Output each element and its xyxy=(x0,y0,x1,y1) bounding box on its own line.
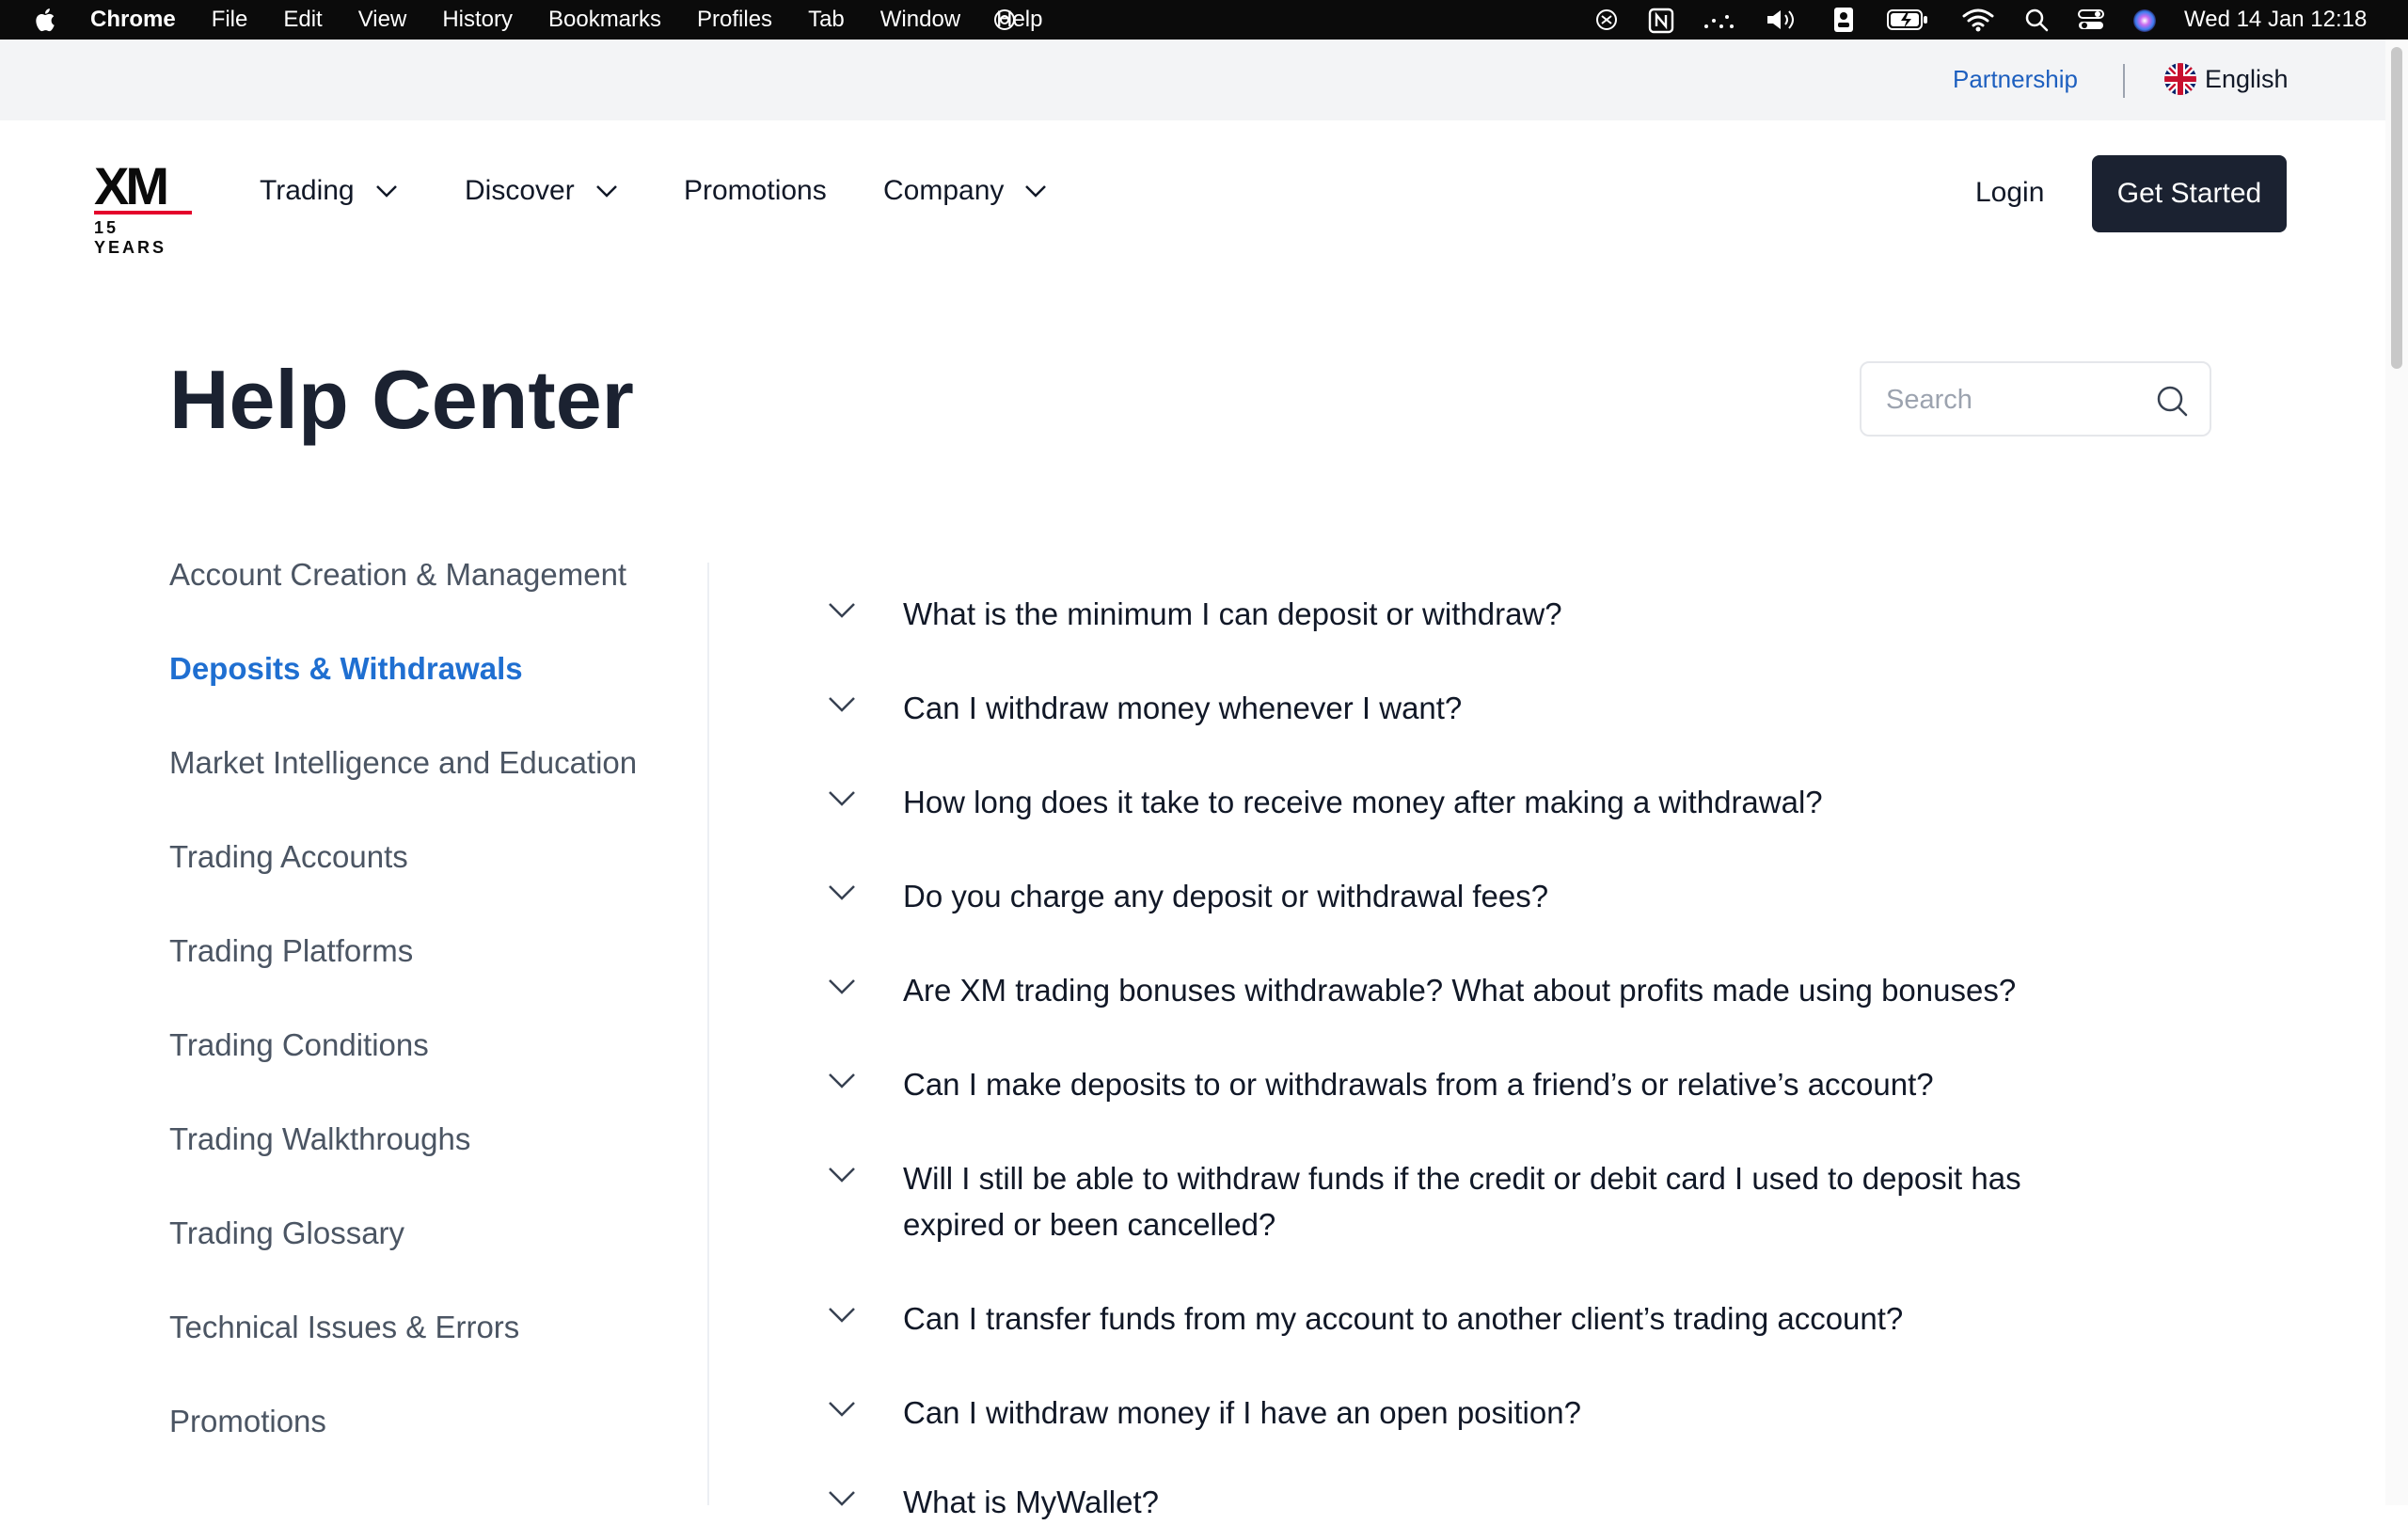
sidebar-item-trading-glossary[interactable]: Trading Glossary xyxy=(169,1215,404,1251)
menu-history[interactable]: History xyxy=(442,7,513,33)
chevron-down-icon xyxy=(829,1402,855,1417)
menu-app-name[interactable]: Chrome xyxy=(90,7,176,33)
nav-trading-label: Trading xyxy=(260,175,355,206)
chevron-down-icon xyxy=(829,1308,855,1323)
chevron-down-icon xyxy=(829,791,855,806)
nav-promotions[interactable]: Promotions xyxy=(684,175,827,207)
scrollbar-thumb[interactable] xyxy=(2391,47,2402,369)
get-started-button[interactable]: Get Started xyxy=(2092,155,2287,232)
language-label: English xyxy=(2205,64,2289,93)
chevron-down-icon xyxy=(829,1073,855,1088)
faq-question: Can I make deposits to or withdrawals fr… xyxy=(903,1067,1934,1102)
logo-text: XM xyxy=(94,156,169,215)
sidebar-item-trading-platforms[interactable]: Trading Platforms xyxy=(169,933,413,969)
faq-question: Will I still be able to withdraw funds i… xyxy=(903,1161,2021,1242)
faq-question: What is the minimum I can deposit or wit… xyxy=(903,596,1562,631)
menu-bookmarks[interactable]: Bookmarks xyxy=(548,7,661,33)
os-menu-bar: Chrome File Edit View History Bookmarks … xyxy=(0,0,2408,40)
search-icon[interactable] xyxy=(2155,384,2189,418)
menu-view[interactable]: View xyxy=(358,7,407,33)
faq-question: Can I withdraw money if I have an open p… xyxy=(903,1395,1581,1430)
sidebar-item-market-intelligence[interactable]: Market Intelligence and Education xyxy=(169,745,637,781)
menu-edit[interactable]: Edit xyxy=(283,7,322,33)
chevron-down-icon xyxy=(829,979,855,994)
notion-icon[interactable] xyxy=(1648,8,1674,34)
apple-logo-icon[interactable] xyxy=(32,7,56,33)
faq-question: How long does it take to receive money a… xyxy=(903,785,1823,819)
logo-subtitle: 15 YEARS xyxy=(94,218,167,257)
faq-question: Are XM trading bonuses withdrawable? Wha… xyxy=(903,973,2017,1008)
faq-question: Can I withdraw money whenever I want? xyxy=(903,691,1463,725)
sidebar-divider xyxy=(707,563,709,1505)
siri-icon[interactable] xyxy=(2131,8,2158,34)
sidebar-item-trading-walkthroughs[interactable]: Trading Walkthroughs xyxy=(169,1121,470,1157)
menu-clock[interactable]: Wed 14 Jan 12:18 xyxy=(2184,0,2367,40)
chevron-down-icon xyxy=(829,1491,855,1506)
battery-charging-icon[interactable] xyxy=(1887,9,1928,30)
login-button[interactable]: Login xyxy=(1975,177,2044,209)
nav-discover-label: Discover xyxy=(465,175,575,206)
chevron-down-icon xyxy=(829,885,855,900)
sidebar-item-trading-conditions[interactable]: Trading Conditions xyxy=(169,1027,429,1063)
chatgpt-icon[interactable] xyxy=(1593,8,1620,32)
sidebar-item-account-creation[interactable]: Account Creation & Management xyxy=(169,557,626,593)
faq-question: What is MyWallet? xyxy=(903,1485,1159,1519)
wifi-icon[interactable] xyxy=(1962,8,1994,32)
chevron-down-icon xyxy=(829,1168,855,1183)
logo-red-bar xyxy=(94,211,192,214)
nav-promotions-label: Promotions xyxy=(684,175,827,206)
chevron-down-icon xyxy=(829,603,855,618)
page-title: Help Center xyxy=(169,353,634,446)
chevron-down-icon xyxy=(1025,185,1047,198)
chevron-down-icon xyxy=(375,185,397,198)
menu-profiles[interactable]: Profiles xyxy=(697,7,772,33)
search-input[interactable] xyxy=(1884,380,2142,420)
faq-question: Do you charge any deposit or withdrawal … xyxy=(903,879,1549,913)
chevron-down-icon xyxy=(829,697,855,712)
sidebar-item-trading-accounts[interactable]: Trading Accounts xyxy=(169,839,408,875)
sidebar-item-technical-issues[interactable]: Technical Issues & Errors xyxy=(169,1310,519,1345)
partnership-link[interactable]: Partnership xyxy=(1953,65,2078,94)
sidebar-item-promotions[interactable]: Promotions xyxy=(169,1404,326,1439)
utility-bar: Partnership English xyxy=(0,40,2408,120)
nav-trading[interactable]: Trading xyxy=(260,175,398,207)
language-selector[interactable]: English xyxy=(2163,62,2289,96)
menu-tab[interactable]: Tab xyxy=(808,7,845,33)
uk-flag-icon xyxy=(2164,63,2196,95)
utility-divider xyxy=(2123,64,2125,98)
volume-icon[interactable] xyxy=(1765,8,1798,32)
control-center-icon[interactable] xyxy=(2077,8,2105,32)
menu-file[interactable]: File xyxy=(212,7,248,33)
activity-dots-icon[interactable] xyxy=(1703,9,1735,30)
spotlight-search-icon[interactable] xyxy=(2024,8,2049,32)
main-nav: XM 15 YEARS Trading Discover Promotions … xyxy=(0,120,2408,267)
nav-company[interactable]: Company xyxy=(883,175,1047,207)
nav-company-label: Company xyxy=(883,175,1005,206)
search-box xyxy=(1860,361,2211,437)
chatgpt-icon[interactable] xyxy=(991,8,1018,32)
app-menus: Chrome File Edit View History Bookmarks … xyxy=(90,0,1042,40)
menu-window[interactable]: Window xyxy=(880,7,960,33)
contact-card-icon[interactable] xyxy=(1832,6,1855,34)
sidebar-item-deposits-withdrawals[interactable]: Deposits & Withdrawals xyxy=(169,651,523,687)
xm-logo[interactable]: XM 15 YEARS xyxy=(94,156,198,257)
faq-question: Can I transfer funds from my account to … xyxy=(903,1301,1904,1336)
page-scrollbar[interactable] xyxy=(2385,40,2408,1505)
nav-discover[interactable]: Discover xyxy=(465,175,618,207)
chevron-down-icon xyxy=(595,185,617,198)
